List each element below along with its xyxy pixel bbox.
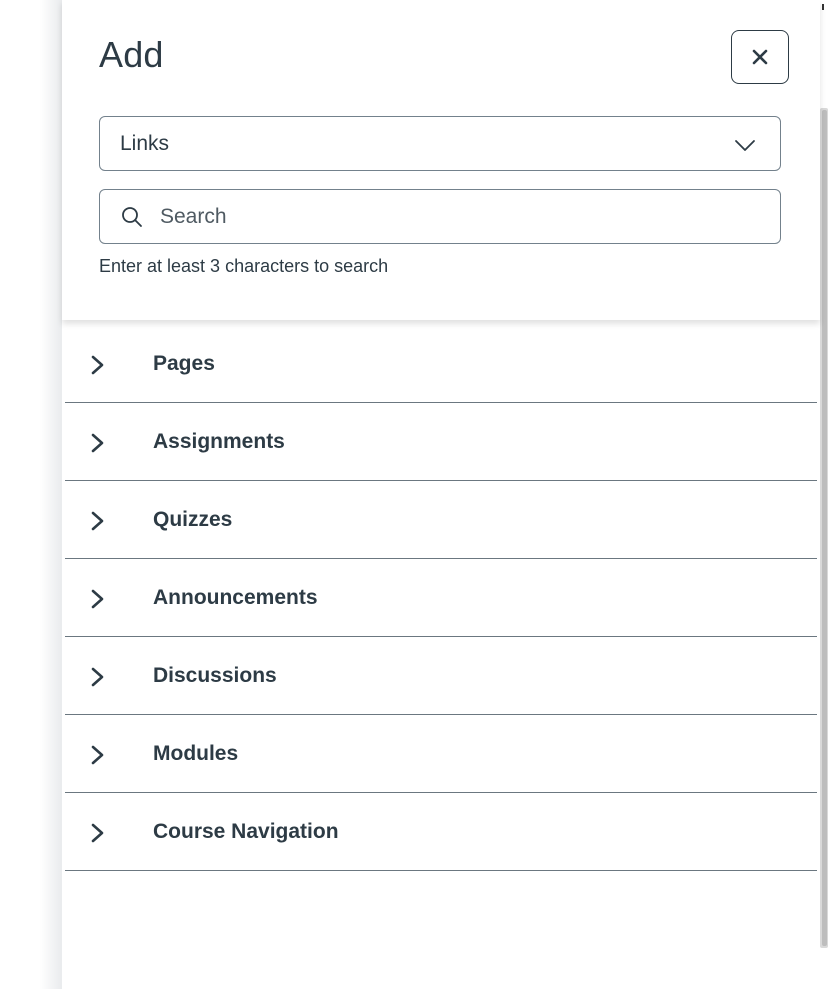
section-discussions[interactable]: Discussions — [65, 637, 817, 715]
section-label: Discussions — [153, 663, 277, 687]
content-type-select[interactable]: Links — [99, 116, 781, 171]
chevron-right-icon — [91, 355, 104, 375]
search-field[interactable] — [99, 189, 781, 244]
search-input[interactable] — [160, 204, 720, 229]
content-type-selected-value: Links — [120, 131, 170, 155]
chevron-right-icon — [91, 667, 104, 687]
section-pages[interactable]: Pages — [65, 325, 817, 403]
search-hint: Enter at least 3 characters to search — [99, 256, 389, 276]
chevron-right-icon — [91, 589, 104, 609]
section-quizzes[interactable]: Quizzes — [65, 481, 817, 559]
close-icon — [752, 49, 768, 65]
add-content-tray: Add Links Enter at least 3 characters to… — [62, 0, 820, 989]
section-modules[interactable]: Modules — [65, 715, 817, 793]
section-label: Announcements — [153, 585, 318, 609]
tray-header: Add Links Enter at least 3 characters to… — [62, 0, 820, 320]
section-course-navigation[interactable]: Course Navigation — [65, 793, 817, 871]
scrollbar-thumb[interactable] — [822, 110, 827, 946]
chevron-right-icon — [91, 511, 104, 531]
chevron-down-icon — [735, 140, 755, 151]
content-sections-list: Pages Assignments Quizzes Announcements … — [62, 325, 820, 871]
chevron-right-icon — [91, 823, 104, 843]
edge-mark — [822, 4, 824, 10]
section-announcements[interactable]: Announcements — [65, 559, 817, 637]
section-label: Quizzes — [153, 507, 233, 531]
section-label: Course Navigation — [153, 819, 339, 843]
section-label: Assignments — [153, 429, 285, 453]
chevron-right-icon — [91, 433, 104, 453]
section-label: Pages — [153, 351, 215, 375]
chevron-right-icon — [91, 745, 104, 765]
close-button[interactable] — [731, 30, 789, 84]
section-label: Modules — [153, 741, 239, 765]
section-assignments[interactable]: Assignments — [65, 403, 817, 481]
tray-title: Add — [99, 34, 164, 75]
search-icon — [122, 206, 142, 227]
page-backdrop — [0, 0, 62, 989]
